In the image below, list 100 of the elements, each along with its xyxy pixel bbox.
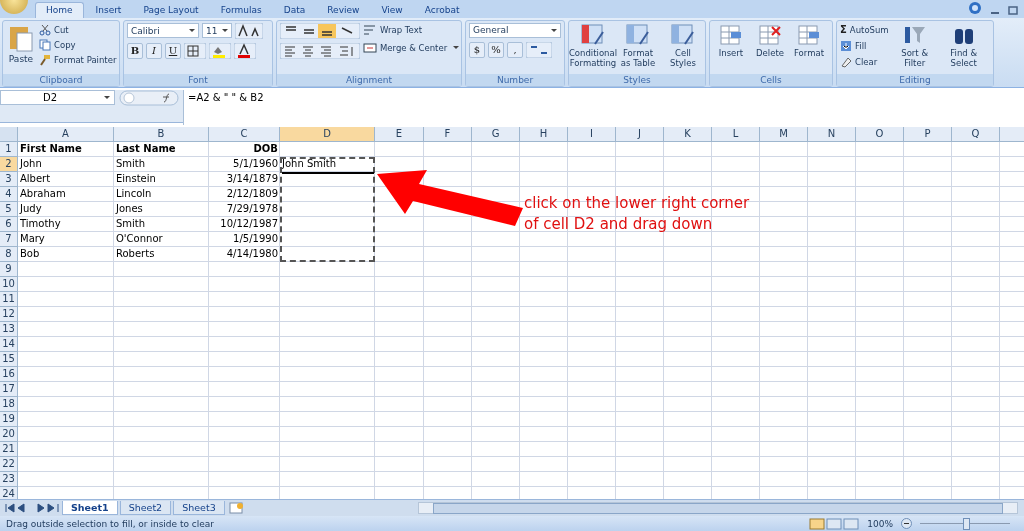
column-header[interactable]: G	[472, 127, 520, 142]
cells-button[interactable]: Delete	[752, 22, 788, 59]
table-cell-text: Bob	[19, 247, 41, 262]
row-header[interactable]: 22	[0, 457, 18, 473]
horizontal-align-icons[interactable]	[280, 42, 360, 59]
comma-button[interactable]: ,	[507, 41, 523, 58]
column-header[interactable]: N	[808, 127, 856, 142]
column-header[interactable]: Q	[952, 127, 1000, 142]
autosum-button[interactable]: Σ AutoSum	[840, 22, 889, 37]
horizontal-scrollbar[interactable]	[418, 502, 1018, 515]
borders-icon[interactable]	[184, 42, 206, 59]
font-color-icon[interactable]	[234, 42, 256, 59]
number-format-field[interactable]: General	[469, 22, 561, 38]
column-header[interactable]: I	[568, 127, 616, 142]
ribbon-tab[interactable]: Data	[273, 2, 316, 18]
column-header[interactable]: K	[664, 127, 712, 142]
clear-button[interactable]: Clear	[840, 54, 889, 69]
row-header[interactable]: 2	[0, 157, 18, 173]
bold-button[interactable]: B	[127, 42, 143, 59]
ribbon-tab[interactable]: View	[371, 2, 413, 18]
row-header[interactable]: 23	[0, 472, 18, 488]
row-header[interactable]: 1	[0, 142, 18, 158]
fill-button[interactable]: Fill	[840, 38, 889, 53]
column-header[interactable]: H	[520, 127, 568, 142]
function-icon[interactable]	[119, 90, 179, 107]
underline-button[interactable]: U	[165, 42, 181, 59]
italic-button[interactable]: I	[146, 42, 162, 59]
ribbon-tab[interactable]: Home	[35, 1, 84, 18]
sheet-tab[interactable]: Sheet1	[62, 501, 118, 516]
column-header[interactable]: J	[616, 127, 664, 142]
column-header[interactable]: O	[856, 127, 904, 142]
decimal-icon[interactable]	[526, 41, 552, 58]
cut-button[interactable]: Cut	[39, 22, 117, 37]
cells-button[interactable]: Format	[791, 22, 827, 59]
column-header[interactable]: D	[280, 127, 375, 142]
row-header[interactable]: 4	[0, 187, 18, 203]
column-header[interactable]: A	[18, 127, 114, 142]
row-header[interactable]: 10	[0, 277, 18, 293]
row-header[interactable]: 11	[0, 292, 18, 308]
row-header[interactable]: 16	[0, 367, 18, 383]
ribbon-tab[interactable]: Formulas	[210, 2, 272, 18]
column-header[interactable]: E	[375, 127, 424, 142]
font-size-arrows-icon[interactable]	[235, 22, 263, 39]
row-header[interactable]: 12	[0, 307, 18, 323]
row-header[interactable]: 21	[0, 442, 18, 458]
row-header[interactable]: 13	[0, 322, 18, 338]
copy-button[interactable]: Copy	[39, 37, 117, 52]
cells-button[interactable]: Insert	[713, 22, 749, 59]
row-header[interactable]: 3	[0, 172, 18, 188]
styles-button[interactable]: Format as Table	[617, 22, 659, 69]
table-cell-text: John	[18, 157, 43, 172]
zoom-level[interactable]: 100%	[867, 518, 893, 529]
wrap-text-button[interactable]: Wrap Text	[363, 22, 460, 37]
font-size-field[interactable]: 11	[202, 23, 232, 39]
column-header[interactable]: B	[114, 127, 209, 142]
sheet-tab[interactable]: Sheet2	[119, 501, 172, 516]
ribbon-tab[interactable]: Review	[317, 2, 370, 18]
row-header[interactable]: 7	[0, 232, 18, 248]
row-header[interactable]: 6	[0, 217, 18, 233]
row-header[interactable]: 20	[0, 427, 18, 443]
ribbon-tab[interactable]: Page Layout	[133, 2, 209, 18]
currency-button[interactable]: $	[469, 41, 485, 58]
row-header[interactable]: 9	[0, 262, 18, 278]
fill-color-icon[interactable]	[209, 42, 231, 59]
format-painter-button[interactable]: Format Painter	[39, 52, 117, 67]
zoom-slider-thumb[interactable]	[963, 518, 970, 531]
wrap-text-icon	[363, 23, 377, 36]
column-header[interactable]: P	[904, 127, 952, 142]
column-header[interactable]: M	[760, 127, 808, 142]
view-buttons-icon[interactable]	[809, 517, 860, 530]
sheet-tab[interactable]: Sheet3	[173, 501, 225, 516]
percent-button[interactable]: %	[488, 41, 504, 58]
name-box[interactable]: D2	[0, 90, 115, 106]
ribbon-tab[interactable]: Insert	[85, 2, 132, 18]
row-header[interactable]: 17	[0, 382, 18, 398]
zoom-out-icon[interactable]	[901, 518, 912, 530]
column-header[interactable]: L	[712, 127, 760, 142]
paste-button[interactable]: Paste	[6, 22, 36, 65]
sheet-nav-icon[interactable]	[4, 503, 60, 514]
font-name-field[interactable]: Calibri	[127, 23, 199, 39]
formula-field[interactable]: =A2 & " " & B2	[183, 90, 1024, 126]
row-header[interactable]: 8	[0, 247, 18, 263]
row-header[interactable]: 19	[0, 412, 18, 428]
find-select-button[interactable]: Find & Select	[940, 22, 987, 69]
help-icon[interactable]	[968, 0, 982, 15]
sort-filter-button[interactable]: Sort & Filter	[891, 22, 938, 69]
restore-icon[interactable]	[1008, 4, 1018, 15]
styles-button[interactable]: Cell Styles	[662, 22, 704, 69]
table-cell-text: 2/12/1809	[225, 187, 279, 202]
row-header[interactable]: 24	[0, 487, 18, 500]
row-header[interactable]: 18	[0, 397, 18, 413]
row-header[interactable]: 15	[0, 352, 18, 368]
ribbon-tab[interactable]: Acrobat	[414, 2, 470, 18]
merge-center-button[interactable]: Merge & Center	[363, 40, 460, 55]
row-header[interactable]: 14	[0, 337, 18, 353]
vertical-align-icons[interactable]	[280, 22, 360, 39]
table-cell-text: First Name	[19, 142, 83, 157]
column-header[interactable]: F	[424, 127, 472, 142]
eraser-icon	[840, 55, 852, 68]
row-header[interactable]: 5	[0, 202, 18, 218]
